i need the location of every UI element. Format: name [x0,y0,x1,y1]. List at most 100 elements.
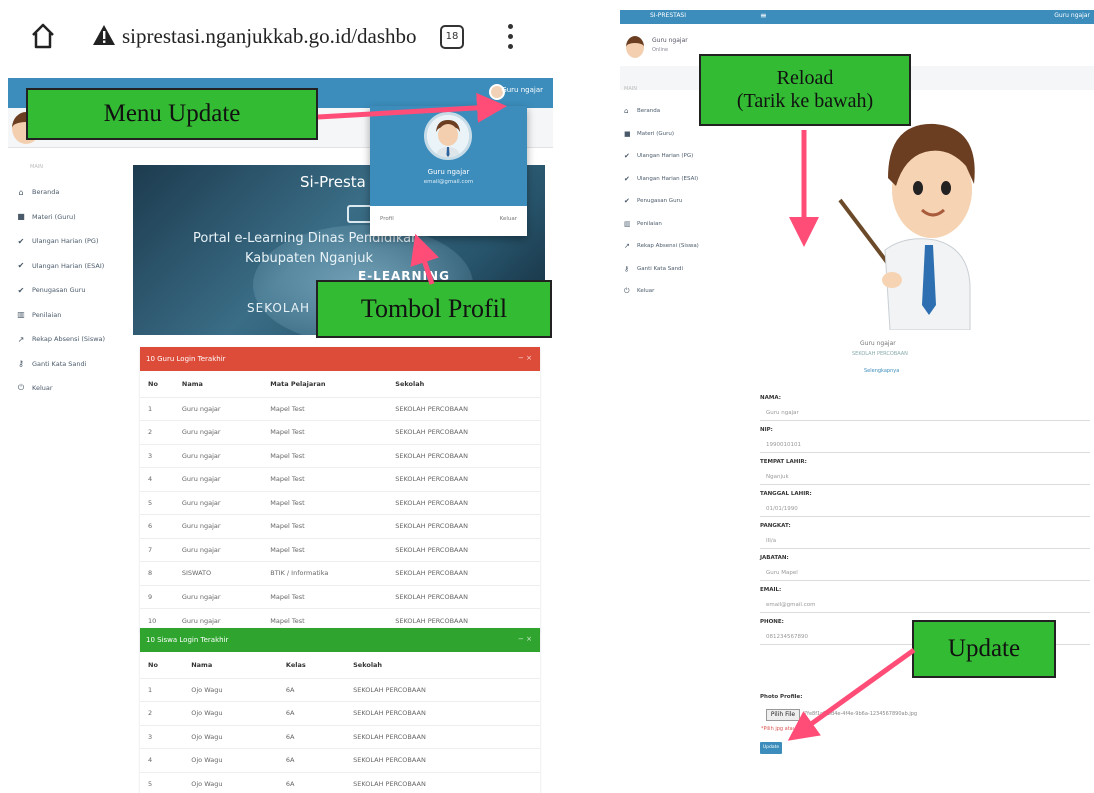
hamburger-menu-icon[interactable]: ≡ [760,11,767,20]
form-input[interactable]: Nganjuk [760,469,1090,485]
sidebar-item[interactable]: ▥ Penilaian [620,213,720,236]
table-header-cell: Sekolah [395,379,425,388]
more-menu-icon[interactable] [508,24,514,50]
table-cell: Guru ngajar [173,443,263,468]
sidebar-item-label: Penilaian [637,220,662,227]
profile-more-link[interactable]: Selengkapnya [864,368,899,374]
teacher-illustration [838,123,975,330]
choose-file-button[interactable]: Pilih File [766,709,800,721]
sidebar-item[interactable]: ✔ Ulangan Harian (PG) [620,145,720,168]
form-input[interactable]: 1990010101 [760,437,1090,453]
profile-school: SEKOLAH PERCOBAAN [852,351,908,357]
form-label: EMAIL: [760,587,782,593]
dropdown-avatar [424,112,472,160]
tab-switcher-button[interactable]: 18 [440,25,464,49]
form-input[interactable]: III/a [760,533,1090,549]
table-row: 2 Ojo Wagu 6A SEKOLAH PERCOBAAN [140,701,540,725]
table-cell: Mapel Test [262,584,388,609]
form-input[interactable]: Guru Mapel [760,565,1090,581]
table-cell: Mapel Test [262,443,388,468]
sidebar-heading: MAIN [30,164,43,170]
sidebar-item-label: Ulangan Harian (PG) [637,153,694,160]
banner-sekolah: SEKOLAH [247,301,311,315]
dropdown-user-email: email@gmail.com [423,179,474,185]
form-input[interactable]: 01/01/1990 [760,501,1090,517]
table-row: 3 Guru ngajar Mapel Test SEKOLAH PERCOBAAN [140,443,540,468]
form-label: JABATAN: [760,555,789,561]
logout-button[interactable]: Keluar [500,216,517,222]
table-row: 1 Ojo Wagu 6A SEKOLAH PERCOBAAN [140,677,540,702]
table-row: 1 Guru ngajar Mapel Test SEKOLAH PERCOBAAN [140,396,540,421]
power-icon: ⏻ [17,383,25,393]
browser-toolbar: siprestasi.nganjukkab.go.id/dashbo 18 [0,0,560,78]
sidebar-item[interactable]: ✔ Penugasan Guru [620,190,720,213]
photo-profile-label: Photo Profile: [760,694,803,700]
topbar-brand[interactable]: SI-PRESTASI [650,12,686,19]
address-bar[interactable]: siprestasi.nganjukkab.go.id/dashbo [122,24,427,49]
table-cell: Guru ngajar [173,396,263,421]
sidebar-item-label: Keluar [637,288,655,295]
warning-icon[interactable] [92,24,116,46]
check-icon: ✔ [624,197,630,206]
header-user-name[interactable]: Guru ngajar [501,86,543,94]
sidebar-item-label: Ganti Kata Sandi [637,265,684,272]
table-header-cell: Nama [181,379,203,388]
table-cell: Guru ngajar [173,467,263,491]
table-cell: BTIK / Informatika [262,561,388,585]
sidebar-item[interactable]: ⏻ Keluar [620,280,720,303]
topbar-user-name[interactable]: Guru ngajar [1054,12,1090,19]
annotation-menu-update: Menu Update [26,88,318,140]
table-cell: Ojo Wagu [183,771,278,793]
profile-button[interactable]: Profil [380,216,394,222]
update-button[interactable]: Update [760,742,782,754]
table-cell: 2 [140,701,184,725]
banner-subtitle-2: Kabupaten Nganjuk [245,251,374,266]
table-row: 5 Guru ngajar Mapel Test SEKOLAH PERCOBAAN [140,490,540,515]
form-label: NAMA: [760,395,781,401]
home-icon[interactable] [30,22,56,50]
table-cell: 5 [140,490,174,515]
table-cell: Ojo Wagu [183,701,278,725]
table-cell: SEKOLAH PERCOBAAN [387,467,540,491]
student-login-box: 10 Siswa Login Terakhir − × No Nama Kelas S… [140,628,540,793]
sidebar-item[interactable]: ⚷ Ganti Kata Sandi [8,352,130,377]
table-row: 2 Guru ngajar Mapel Test SEKOLAH PERCOBAAN [140,420,540,444]
table-row: 7 Guru ngajar Mapel Test SEKOLAH PERCOBAAN [140,537,540,562]
collapse-icon[interactable]: − × [518,354,532,362]
sidebar-item[interactable]: ↗ Rekap Absensi (Siswa) [8,327,130,352]
table-row: 5 Ojo Wagu 6A SEKOLAH PERCOBAAN [140,771,540,793]
sidebar-item-label: Ganti Kata Sandi [32,359,87,368]
teacher-box-header: 10 Guru Login Terakhir − × [140,347,540,371]
table-header-cell: Mata Pelajaran [270,379,326,388]
profile-dropdown: Guru ngajar email@gmail.com Profil Kelua… [370,106,527,236]
home-icon: ⌂ [624,107,629,116]
sidebar-item[interactable]: ✔ Ulangan Harian (ESAI) [8,254,130,279]
sidebar-item[interactable]: ⌂ Beranda [8,180,130,205]
sidebar-item[interactable]: ↗ Rekap Absensi (Siswa) [620,235,720,258]
table-cell: Guru ngajar [173,514,263,538]
sidebar-item[interactable]: ✔ Penugasan Guru [8,278,130,303]
sidebar-item[interactable]: ▥ Penilaian [8,303,130,328]
form-input[interactable]: Guru ngajar [760,405,1090,421]
table-cell: 2 [140,420,174,444]
form-input[interactable]: email@gmail.com [760,597,1090,613]
sidebar-item[interactable]: ⏻ Keluar [8,376,130,401]
table-cell: Mapel Test [262,514,388,538]
table-cell: Mapel Test [262,490,388,515]
table-row: 4 Ojo Wagu 6A SEKOLAH PERCOBAAN [140,748,540,772]
table-header-cell: Sekolah [353,660,383,669]
sidebar-avatar [626,36,644,58]
table-cell: 1 [140,677,184,702]
student-box-title: 10 Siswa Login Terakhir [146,636,229,644]
sidebar-item[interactable]: ✔ Ulangan Harian (PG) [8,229,130,254]
chosen-file-name: 7fe8f1c0-5d4e-4f4e-9b6a-1234567890ab.jpg [804,711,918,717]
dropdown-user-name: Guru ngajar [427,168,470,176]
sidebar-item[interactable]: ⚷ Ganti Kata Sandi [620,258,720,281]
sidebar-item[interactable]: ■ Materi (Guru) [8,205,130,230]
check-icon: ✔ [17,236,25,246]
sidebar-item-label: Penugasan Guru [32,286,86,295]
sidebar-item-label: Ulangan Harian (PG) [32,237,99,246]
sidebar-item[interactable]: ✔ Ulangan Harian (ESAI) [620,168,720,191]
line-chart-icon: ↗ [17,334,25,344]
collapse-icon[interactable]: − × [518,635,532,643]
